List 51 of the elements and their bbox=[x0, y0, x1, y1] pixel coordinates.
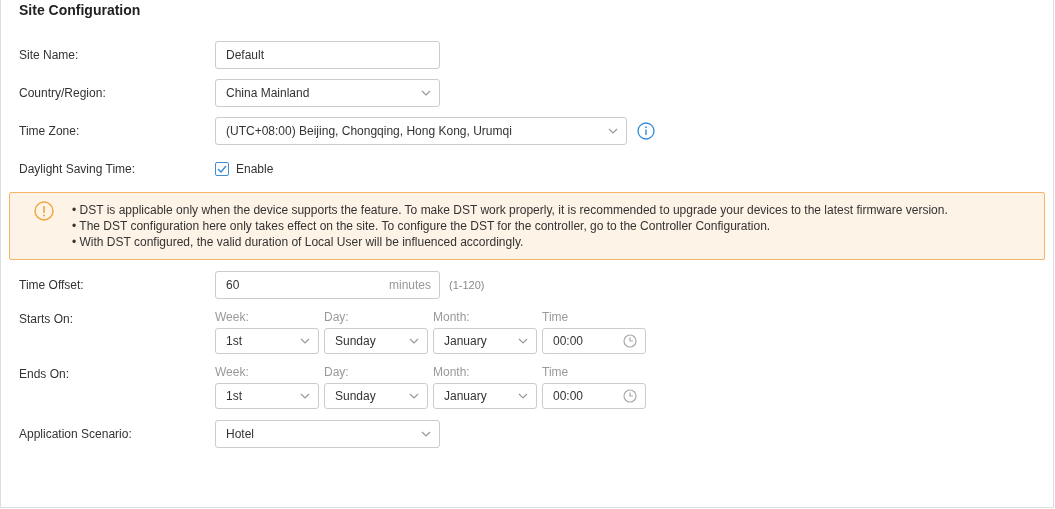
dropdown-select[interactable]: China Mainland bbox=[215, 79, 440, 107]
sub-label: Day: bbox=[324, 365, 350, 379]
dropdown-select[interactable]: January bbox=[433, 328, 537, 354]
dropdown-select[interactable]: 1st bbox=[215, 328, 319, 354]
sub-label: Time bbox=[542, 365, 570, 379]
notice-text: • DST is applicable only when the device supports the feature. To make DST work properly, it is recommended to upgrade your devices to the latest firmware version. bbox=[72, 203, 948, 218]
chevron-down-icon bbox=[518, 393, 528, 399]
field-label: Time Offset: bbox=[19, 278, 85, 292]
chevron-down-icon bbox=[608, 128, 618, 134]
sub-label: Week: bbox=[215, 310, 250, 324]
chevron-down-icon bbox=[518, 338, 528, 344]
sub-label: Week: bbox=[215, 365, 250, 379]
time-input[interactable]: 00:00 bbox=[542, 328, 646, 354]
field-label: Application Scenario: bbox=[19, 427, 133, 441]
field-label: Site Name: bbox=[19, 48, 80, 62]
clock-icon bbox=[623, 389, 637, 403]
chevron-down-icon bbox=[421, 431, 431, 437]
unit-label: minutes bbox=[388, 278, 431, 292]
field-label: Country/Region: bbox=[19, 86, 107, 100]
warning-icon bbox=[34, 201, 54, 221]
dropdown-select[interactable]: Sunday bbox=[324, 383, 428, 409]
chevron-down-icon bbox=[300, 393, 310, 399]
number-input[interactable]: 60 minutes bbox=[215, 271, 440, 299]
sub-label: Month: bbox=[433, 365, 471, 379]
info-icon[interactable] bbox=[637, 122, 655, 140]
sub-label: Day: bbox=[324, 310, 350, 324]
section-title: Site Configuration bbox=[18, 1, 142, 20]
sub-label: Month: bbox=[433, 310, 471, 324]
checkbox[interactable] bbox=[215, 162, 229, 176]
dropdown-select[interactable]: 1st bbox=[215, 383, 319, 409]
notice-text: • With DST configured, the valid duration of Local User will be influenced accordingly. bbox=[72, 235, 525, 250]
field-label: Ends On: bbox=[19, 366, 71, 383]
sub-label: Time bbox=[542, 310, 570, 324]
field-label: Time Zone: bbox=[19, 124, 81, 138]
clock-icon bbox=[623, 334, 637, 348]
time-input[interactable]: 00:00 bbox=[542, 383, 646, 409]
notice-text: • The DST configuration here only takes effect on the site. To configure the DST for the controller, go to the Controller Configuration. bbox=[72, 219, 772, 234]
chevron-down-icon bbox=[409, 338, 419, 344]
chevron-down-icon bbox=[300, 338, 310, 344]
range-hint: (1-120) bbox=[449, 279, 485, 291]
field-label: Starts On: bbox=[19, 311, 75, 328]
dropdown-select[interactable]: Sunday bbox=[324, 328, 428, 354]
text-input[interactable]: Default bbox=[215, 41, 440, 69]
chevron-down-icon bbox=[409, 393, 419, 399]
field-label: Daylight Saving Time: bbox=[19, 162, 137, 176]
dropdown-select[interactable]: (UTC+08:00) Beijing, Chongqing, Hong Kong, Urumqi bbox=[215, 117, 627, 145]
checkbox-label: Enable bbox=[236, 162, 274, 176]
dropdown-select[interactable]: Hotel bbox=[215, 420, 440, 448]
checkmark-icon bbox=[217, 165, 227, 173]
dropdown-select[interactable]: January bbox=[433, 383, 537, 409]
chevron-down-icon bbox=[421, 90, 431, 96]
